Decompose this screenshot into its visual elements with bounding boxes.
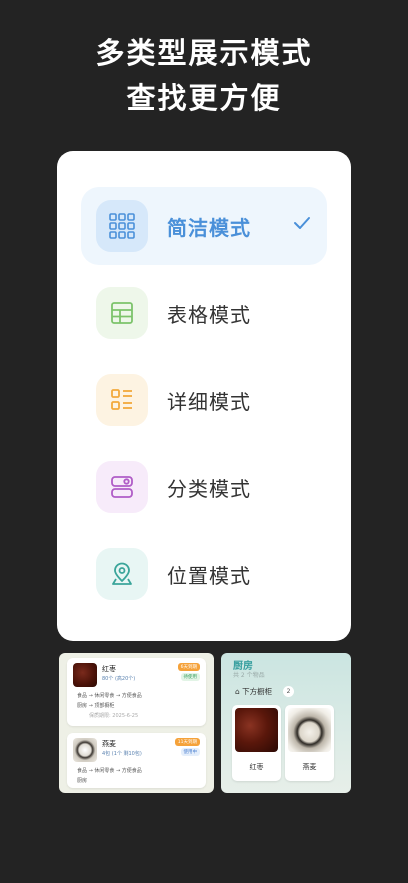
detail-list-icon — [96, 374, 148, 426]
item-location: 厨房 → 顶部橱柜 — [77, 703, 115, 709]
item-category-path: 食品 → 休闲零食 → 方便食品 — [77, 768, 142, 774]
location-pin-icon — [96, 548, 148, 600]
detail-mode-preview: 红枣 80个 (高20个) 6天到期 待使用 食品 → 休闲零食 → 方便食品 … — [59, 653, 214, 793]
mode-option-category[interactable]: 分类模式 — [81, 448, 327, 526]
cabinet-name: 下方橱柜 — [242, 687, 273, 696]
item-tile: 燕麦 — [285, 705, 334, 781]
mode-option-simple[interactable]: 简洁模式 — [81, 187, 327, 265]
mode-label: 详细模式 — [167, 390, 251, 414]
item-image — [73, 738, 97, 762]
item-image — [288, 708, 331, 752]
mode-option-table[interactable]: 表格模式 — [81, 274, 327, 352]
mode-label: 简洁模式 — [167, 216, 251, 240]
headline-line-2: 查找更方便 — [126, 81, 282, 115]
item-expiry: 保质期限: 2025-6-25 — [89, 713, 139, 719]
location-mode-preview: 厨房 共 2 个物品 ⌂ 下方橱柜 2 红枣 燕麦 — [221, 653, 351, 793]
item-name: 红枣 — [102, 665, 116, 673]
mode-label: 位置模式 — [167, 564, 251, 588]
status-badge: 待使用 — [180, 673, 200, 681]
item-image — [73, 663, 97, 687]
mode-option-detail[interactable]: 详细模式 — [81, 361, 327, 439]
item-quantity: 80个 (高20个) — [102, 676, 136, 682]
headline-line-1: 多类型展示模式 — [95, 36, 313, 70]
cabinet-count-badge: 2 — [283, 686, 294, 697]
room-item-count: 共 2 个物品 — [233, 672, 265, 679]
item-name: 燕麦 — [302, 763, 317, 771]
mode-label: 表格模式 — [167, 303, 251, 327]
display-mode-card: 简洁模式 表格模式 详细模式 分类模式 位置模式 — [57, 151, 351, 641]
category-icon — [96, 461, 148, 513]
item-name: 燕麦 — [102, 740, 116, 748]
expiry-badge: 6天到期 — [177, 663, 200, 671]
status-badge: 使用中 — [180, 748, 200, 756]
cabinet-icon: ⌂ — [235, 687, 240, 696]
item-image — [235, 708, 278, 752]
table-icon — [96, 287, 148, 339]
expiry-badge: 11天到期 — [174, 738, 200, 746]
cabinet-row: ⌂ 下方橱柜 — [235, 686, 272, 697]
item-quantity: 4包 (1个 剩10包) — [102, 751, 142, 757]
list-item: 燕麦 4包 (1个 剩10包) 11天到期 使用中 食品 → 休闲零食 → 方便… — [67, 733, 206, 788]
list-item: 红枣 80个 (高20个) 6天到期 待使用 食品 → 休闲零食 → 方便食品 … — [67, 658, 206, 726]
item-name: 红枣 — [249, 763, 264, 771]
mode-label: 分类模式 — [167, 477, 251, 501]
item-category-path: 食品 → 休闲零食 → 方便食品 — [77, 693, 142, 699]
mode-option-location[interactable]: 位置模式 — [81, 535, 327, 613]
checkmark-icon — [293, 215, 311, 234]
item-location: 厨房 — [77, 778, 88, 784]
grid-icon — [96, 200, 148, 252]
item-tile: 红枣 — [232, 705, 281, 781]
